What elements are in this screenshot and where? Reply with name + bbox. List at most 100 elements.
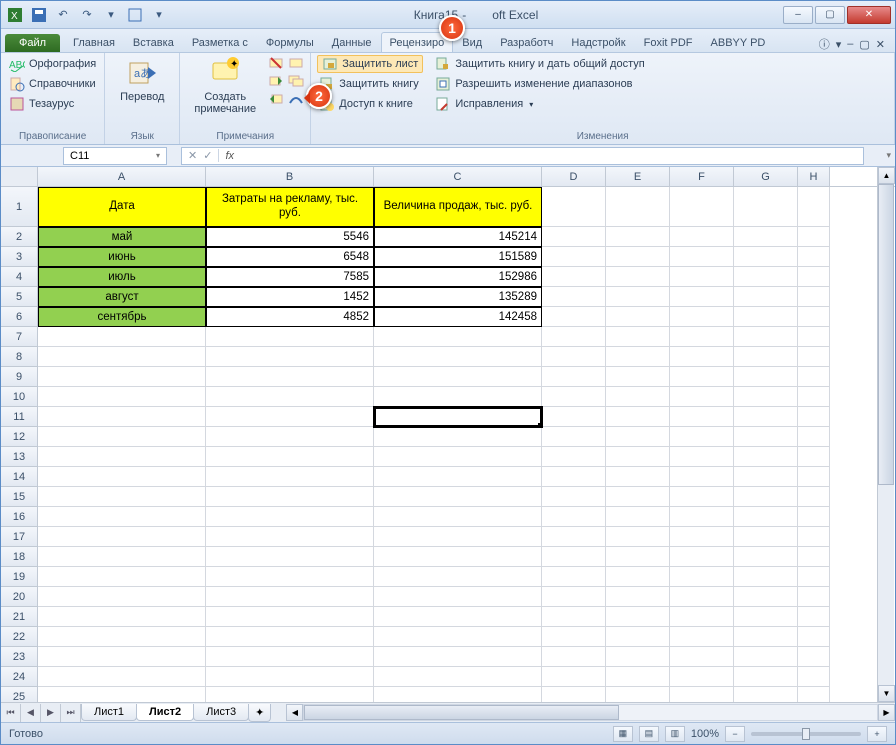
cell-6-E[interactable] (606, 307, 670, 327)
cell-8-C[interactable] (374, 347, 542, 367)
cell-2-F[interactable] (670, 227, 734, 247)
hscroll-track[interactable] (303, 704, 878, 721)
cell-24-B[interactable] (206, 667, 374, 687)
cell-1-E[interactable] (606, 187, 670, 227)
ribbon-tab-разметка с[interactable]: Разметка с (183, 32, 257, 52)
cell-7-E[interactable] (606, 327, 670, 347)
normal-view-button[interactable]: ▦ (613, 726, 633, 742)
cell-10-A[interactable] (38, 387, 206, 407)
cell-4-E[interactable] (606, 267, 670, 287)
cell-21-B[interactable] (206, 607, 374, 627)
cell-13-F[interactable] (670, 447, 734, 467)
cell-7-B[interactable] (206, 327, 374, 347)
cell-22-G[interactable] (734, 627, 798, 647)
cell-23-C[interactable] (374, 647, 542, 667)
cell-1-G[interactable] (734, 187, 798, 227)
row-header-4[interactable]: 4 (1, 267, 38, 287)
cell-17-E[interactable] (606, 527, 670, 547)
cell-15-H[interactable] (798, 487, 830, 507)
enter-formula-icon[interactable]: ✓ (203, 149, 212, 162)
fill-handle[interactable] (538, 423, 542, 427)
cell-21-D[interactable] (542, 607, 606, 627)
cell-16-H[interactable] (798, 507, 830, 527)
cell-2-B[interactable]: 5546 (206, 227, 374, 247)
cell-10-F[interactable] (670, 387, 734, 407)
ribbon-minimize-icon[interactable]: ▾ (836, 38, 842, 51)
cell-2-E[interactable] (606, 227, 670, 247)
row-header-17[interactable]: 17 (1, 527, 38, 547)
cell-23-H[interactable] (798, 647, 830, 667)
zoom-slider[interactable] (751, 732, 861, 736)
cell-13-E[interactable] (606, 447, 670, 467)
cell-7-A[interactable] (38, 327, 206, 347)
cell-17-A[interactable] (38, 527, 206, 547)
cell-8-E[interactable] (606, 347, 670, 367)
column-header-D[interactable]: D (542, 167, 606, 186)
cell-24-C[interactable] (374, 667, 542, 687)
cell-21-A[interactable] (38, 607, 206, 627)
cell-17-H[interactable] (798, 527, 830, 547)
cell-12-E[interactable] (606, 427, 670, 447)
cell-14-E[interactable] (606, 467, 670, 487)
sheet-last-button[interactable]: ⏭ (61, 704, 81, 722)
cell-6-D[interactable] (542, 307, 606, 327)
cell-3-B[interactable]: 6548 (206, 247, 374, 267)
cell-25-F[interactable] (670, 687, 734, 702)
cell-12-G[interactable] (734, 427, 798, 447)
cell-7-H[interactable] (798, 327, 830, 347)
cell-3-E[interactable] (606, 247, 670, 267)
cell-4-C[interactable]: 152986 (374, 267, 542, 287)
cell-10-D[interactable] (542, 387, 606, 407)
cell-19-F[interactable] (670, 567, 734, 587)
cell-11-H[interactable] (798, 407, 830, 427)
cell-14-H[interactable] (798, 467, 830, 487)
cell-9-H[interactable] (798, 367, 830, 387)
protect-share-button[interactable]: Защитить книгу и дать общий доступ (433, 55, 646, 73)
sheet-next-button[interactable]: ▶ (41, 704, 61, 722)
cell-25-A[interactable] (38, 687, 206, 702)
scroll-left-button[interactable]: ◀ (286, 704, 303, 721)
cell-25-D[interactable] (542, 687, 606, 702)
cell-18-D[interactable] (542, 547, 606, 567)
cell-8-G[interactable] (734, 347, 798, 367)
cell-15-E[interactable] (606, 487, 670, 507)
vscroll-track[interactable] (878, 184, 894, 685)
name-box[interactable]: C11 ▾ (63, 147, 167, 165)
cell-25-E[interactable] (606, 687, 670, 702)
column-header-G[interactable]: G (734, 167, 798, 186)
ribbon-tab-надстройк[interactable]: Надстройк (562, 32, 634, 52)
cell-25-C[interactable] (374, 687, 542, 702)
cell-21-F[interactable] (670, 607, 734, 627)
cell-3-A[interactable]: июнь (38, 247, 206, 267)
cell-19-A[interactable] (38, 567, 206, 587)
row-header-22[interactable]: 22 (1, 627, 38, 647)
protect-workbook-button[interactable]: Защитить книгу (317, 75, 423, 93)
cell-5-H[interactable] (798, 287, 830, 307)
cell-12-B[interactable] (206, 427, 374, 447)
cell-24-A[interactable] (38, 667, 206, 687)
select-all-corner[interactable] (1, 167, 38, 186)
cell-17-B[interactable] (206, 527, 374, 547)
cell-3-C[interactable]: 151589 (374, 247, 542, 267)
thesaurus-button[interactable]: Тезаурус (7, 95, 98, 113)
ribbon-tab-формулы[interactable]: Формулы (257, 32, 323, 52)
cell-11-G[interactable] (734, 407, 798, 427)
mdi-minimize-icon[interactable]: – (847, 38, 853, 50)
cell-11-C[interactable] (374, 407, 542, 427)
column-header-E[interactable]: E (606, 167, 670, 186)
row-header-1[interactable]: 1 (1, 187, 38, 227)
row-header-15[interactable]: 15 (1, 487, 38, 507)
cell-16-E[interactable] (606, 507, 670, 527)
sheet-tab-Лист2[interactable]: Лист2 (136, 704, 194, 721)
maximize-button[interactable]: ▢ (815, 6, 845, 24)
cell-17-C[interactable] (374, 527, 542, 547)
cell-1-D[interactable] (542, 187, 606, 227)
cell-16-C[interactable] (374, 507, 542, 527)
zoom-in-button[interactable]: + (867, 726, 887, 742)
cell-6-G[interactable] (734, 307, 798, 327)
cell-9-C[interactable] (374, 367, 542, 387)
formula-bar[interactable]: ✕ ✓ fx (181, 147, 864, 165)
excel-icon[interactable]: X (5, 5, 25, 25)
zoom-slider-thumb[interactable] (802, 728, 810, 740)
scroll-right-button[interactable]: ▶ (878, 704, 895, 721)
